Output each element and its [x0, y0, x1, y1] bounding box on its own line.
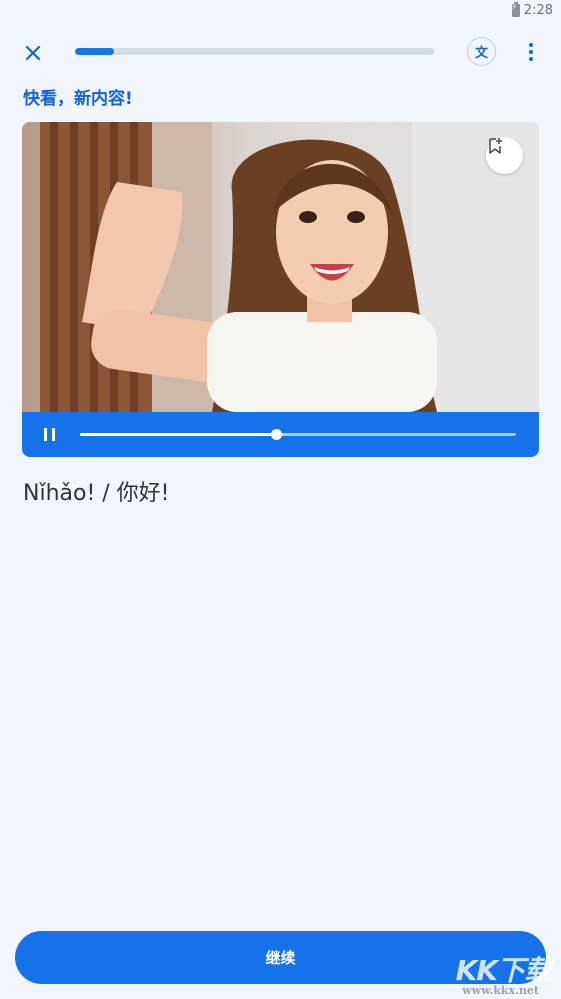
- status-bar: 2:28: [0, 0, 561, 24]
- pause-button[interactable]: [42, 426, 58, 443]
- translate-icon: 文: [474, 46, 488, 61]
- battery-charging-icon: [511, 2, 520, 17]
- video-thumbnail-image: [40, 122, 539, 412]
- close-icon: [25, 45, 41, 61]
- pause-icon: [52, 428, 55, 441]
- seek-thumb[interactable]: [271, 429, 283, 440]
- close-button[interactable]: [20, 40, 46, 66]
- seek-played: [80, 433, 277, 436]
- watermark-url: www.kkx.net: [462, 984, 539, 997]
- video-frame[interactable]: [22, 122, 539, 412]
- more-dot: [529, 43, 533, 47]
- watermark-logo: KK下载: [455, 954, 552, 987]
- lesson-progress-fill: [75, 48, 115, 55]
- pause-icon: [44, 428, 47, 441]
- watermark: KK下载 www.kkx.net: [439, 939, 559, 999]
- status-time: 2:28: [523, 3, 553, 18]
- page-title: 快看，新内容!: [23, 89, 133, 109]
- phrase-text: Nǐhǎo! / 你好!: [23, 481, 170, 506]
- bookmark-add-icon: [489, 138, 502, 154]
- video-player[interactable]: [22, 122, 539, 457]
- lesson-progress-bar: [75, 48, 434, 55]
- video-seek-bar[interactable]: [80, 429, 516, 440]
- translate-button[interactable]: 文: [467, 37, 496, 66]
- more-options-button[interactable]: [521, 40, 541, 64]
- video-controls: [22, 412, 539, 457]
- bookmark-add-button[interactable]: [486, 137, 523, 174]
- more-dot: [529, 50, 533, 54]
- more-dot: [529, 57, 533, 61]
